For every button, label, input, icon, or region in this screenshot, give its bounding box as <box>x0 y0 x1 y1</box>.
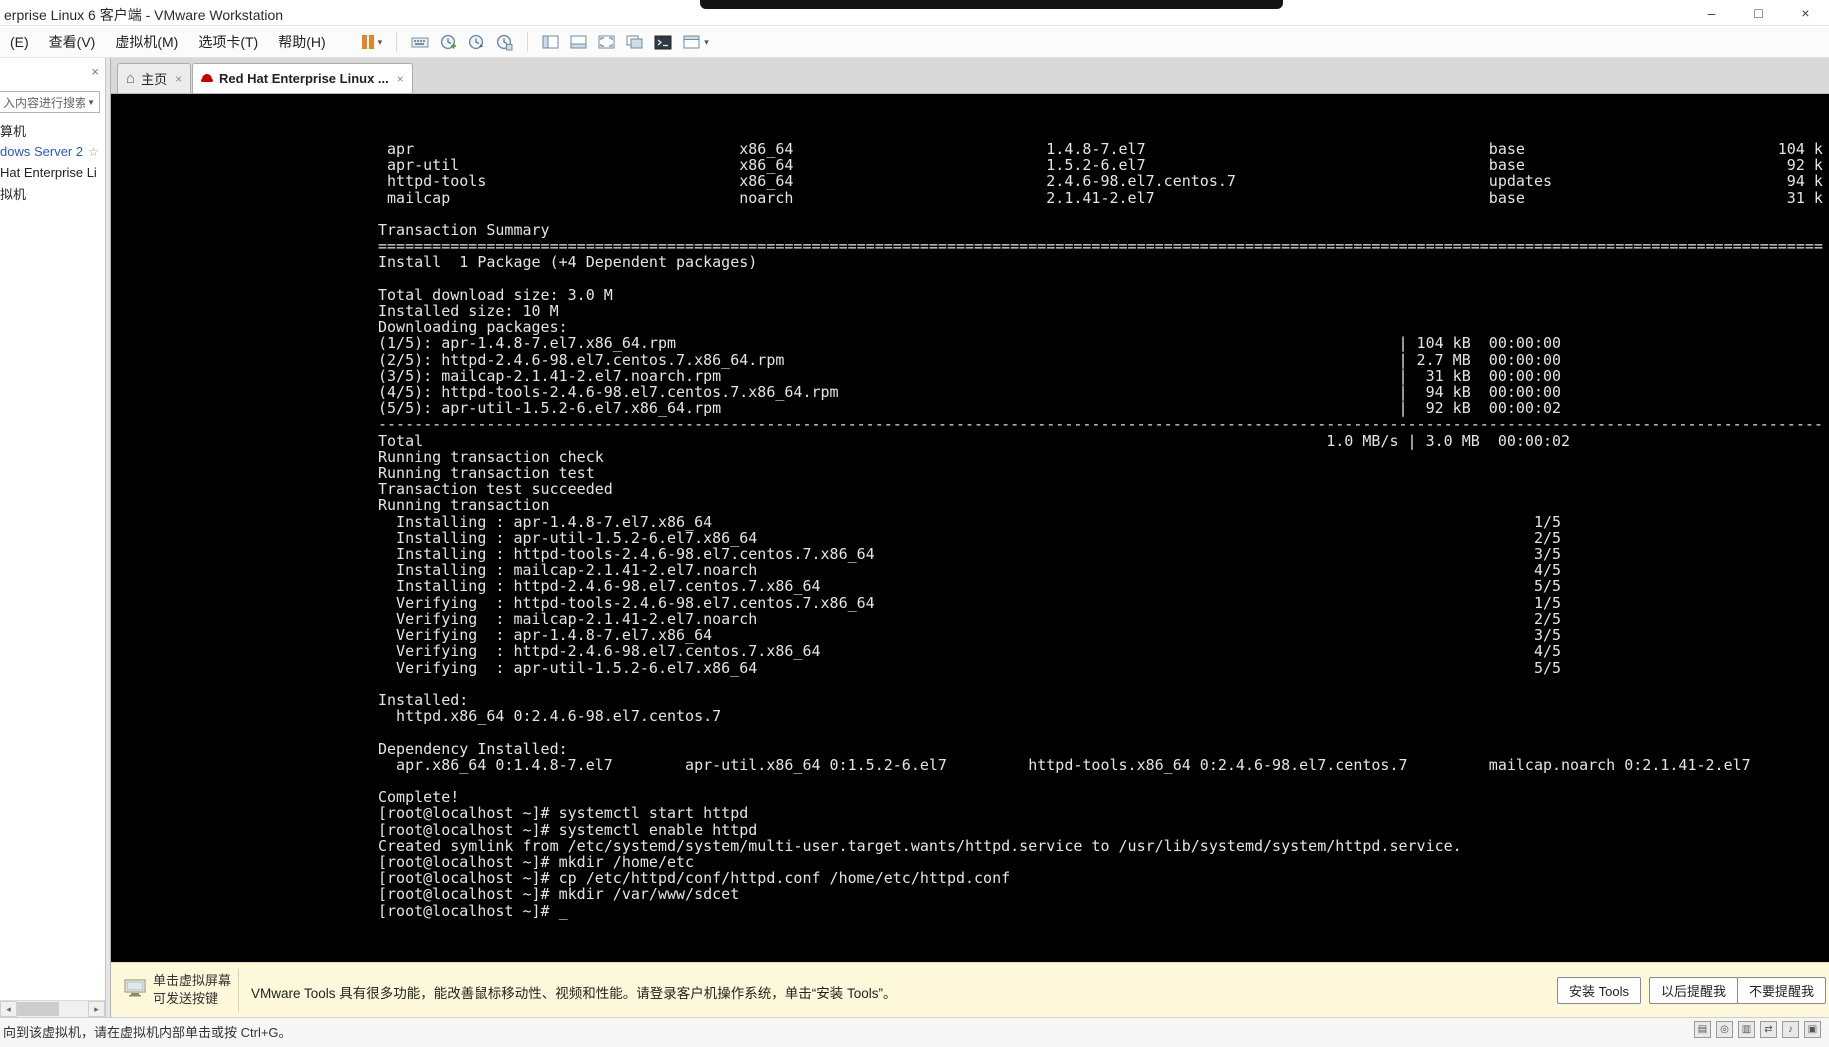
tab-red-hat-vm[interactable]: Red Hat Enterprise Linux ... × <box>192 63 413 93</box>
snapshot-manager-button[interactable] <box>496 34 513 51</box>
tab-home[interactable]: ⌂ 主页 × <box>117 63 192 93</box>
revert-snapshot-button[interactable] <box>468 34 485 51</box>
tab-close-icon[interactable]: × <box>397 72 404 86</box>
remind-later-button[interactable]: 以后提醒我 <box>1649 977 1739 1004</box>
tree-item-my-computer[interactable]: 算机 <box>0 120 105 141</box>
library-horizontal-scrollbar[interactable]: ◂ ▸ <box>0 1000 105 1017</box>
tree-item-windows-server[interactable]: dows Server 2 ☆ <box>0 141 105 162</box>
window-title: erprise Linux 6 客户端 - VMware Workstation <box>4 7 284 23</box>
tree-item-shared-vms[interactable]: 拟机 <box>0 183 105 204</box>
red-hat-icon <box>201 74 213 83</box>
maximize-button[interactable]: □ <box>1735 0 1782 26</box>
console-icon <box>654 35 672 49</box>
view-options-button[interactable]: ▾ <box>683 35 709 49</box>
library-panel: × 入内容进行搜索 ▼ 算机 dows Server 2 ☆ Hat Enter… <box>0 58 105 1017</box>
scroll-right-icon[interactable]: ▸ <box>88 1001 105 1017</box>
chevron-down-icon[interactable]: ▾ <box>704 37 709 48</box>
window-controls: – □ × <box>1688 0 1829 26</box>
menu-edit[interactable]: (E) <box>0 34 39 50</box>
vm-console[interactable]: apr x86_64 1.4.8-7.el7 base 104 k apr-ut… <box>111 94 1829 962</box>
vmware-tools-hint-bar: 单击虚拟屏幕 可发送按键 VMware Tools 具有很多功能，能改善鼠标移动… <box>111 962 1829 1017</box>
menu-help[interactable]: 帮助(H) <box>268 32 335 52</box>
never-remind-button[interactable]: 不要提醒我 <box>1737 977 1827 1004</box>
tree-item-red-hat[interactable]: Hat Enterprise Li <box>0 162 105 183</box>
unity-mode-button[interactable] <box>626 35 643 49</box>
pause-icon <box>368 35 374 49</box>
network-status-icon[interactable]: ⇄ <box>1760 1021 1777 1038</box>
toolbar-separator <box>527 32 529 52</box>
toolbar: ▾ ▾ <box>361 32 709 52</box>
unity-icon <box>626 35 643 49</box>
usb-status-icon[interactable]: ▣ <box>1804 1021 1821 1038</box>
suspend-vm-button[interactable]: ▾ <box>361 35 383 49</box>
show-thumbnail-bar-button[interactable] <box>570 35 587 49</box>
install-tools-button[interactable]: 安装 Tools <box>1557 977 1641 1004</box>
menu-bar: (E) 查看(V) 虚拟机(M) 选项卡(T) 帮助(H) ▾ ▾ <box>0 27 1829 58</box>
take-snapshot-button[interactable] <box>440 34 457 51</box>
send-keys-hint: 单击虚拟屏幕 可发送按键 <box>153 973 232 1006</box>
keyboard-icon <box>411 37 429 47</box>
snapshot-clock-icon <box>441 34 457 49</box>
pause-icon <box>361 35 367 49</box>
console-view-button[interactable] <box>654 35 672 50</box>
library-search-box[interactable]: 入内容进行搜索 ▼ <box>0 91 100 113</box>
virtual-screen-icon <box>124 979 146 997</box>
tab-bar: ⌂ 主页 × Red Hat Enterprise Linux ... × <box>111 58 1829 94</box>
fullscreen-button[interactable] <box>598 35 615 49</box>
screen-overlay-bar <box>700 0 1283 9</box>
hard-disk-status-icon[interactable]: ▤ <box>1694 1021 1711 1038</box>
minimize-button[interactable]: – <box>1688 0 1735 26</box>
snapshot-manager-icon <box>497 34 513 50</box>
sound-status-icon[interactable]: ♪ <box>1782 1021 1799 1038</box>
scrollbar-thumb[interactable] <box>17 1002 59 1016</box>
floppy-status-icon[interactable]: ▥ <box>1738 1021 1755 1038</box>
scroll-left-icon[interactable]: ◂ <box>0 1001 17 1017</box>
menu-view[interactable]: 查看(V) <box>39 32 106 52</box>
window-icon <box>683 35 700 49</box>
revert-clock-icon <box>469 34 484 49</box>
chevron-down-icon[interactable]: ▾ <box>378 37 383 48</box>
cdrom-status-icon[interactable]: ◎ <box>1716 1021 1733 1038</box>
tab-close-icon[interactable]: × <box>175 72 182 86</box>
menu-vm[interactable]: 虚拟机(M) <box>105 32 188 52</box>
close-button[interactable]: × <box>1782 0 1829 26</box>
favorite-star-icon: ☆ <box>88 144 99 159</box>
home-icon: ⌂ <box>126 70 136 87</box>
fullscreen-icon <box>598 35 615 49</box>
library-search-placeholder: 入内容进行搜索 <box>3 95 86 110</box>
menu-tabs[interactable]: 选项卡(T) <box>188 32 268 52</box>
status-message: 向到该虚拟机，请在虚拟机内部单击或按 Ctrl+G。 <box>3 1025 292 1040</box>
vmware-tools-message: VMware Tools 具有很多功能，能改善鼠标移动性、视频和性能。请登录客户… <box>251 986 897 1001</box>
toolbar-separator <box>396 32 398 52</box>
panel-left-icon <box>542 35 559 49</box>
tab-vm-label: Red Hat Enterprise Linux ... <box>219 71 389 86</box>
panel-bottom-icon <box>570 35 587 49</box>
send-ctrl-alt-del-button[interactable] <box>411 35 429 50</box>
device-status-icons: ▤ ◎ ▥ ⇄ ♪ ▣ <box>1694 1021 1821 1038</box>
show-library-button[interactable] <box>542 35 559 49</box>
chevron-down-icon[interactable]: ▼ <box>85 98 99 107</box>
terminal-output[interactable]: apr x86_64 1.4.8-7.el7 base 104 k apr-ut… <box>378 141 1823 919</box>
library-close-icon[interactable]: × <box>91 64 99 79</box>
tab-home-label: 主页 <box>141 72 168 87</box>
status-bar: 向到该虚拟机，请在虚拟机内部单击或按 Ctrl+G。 ▤ ◎ ▥ ⇄ ♪ ▣ <box>0 1017 1829 1047</box>
hint-divider <box>238 969 239 1012</box>
vm-tree: 算机 dows Server 2 ☆ Hat Enterprise Li 拟机 <box>0 120 105 204</box>
